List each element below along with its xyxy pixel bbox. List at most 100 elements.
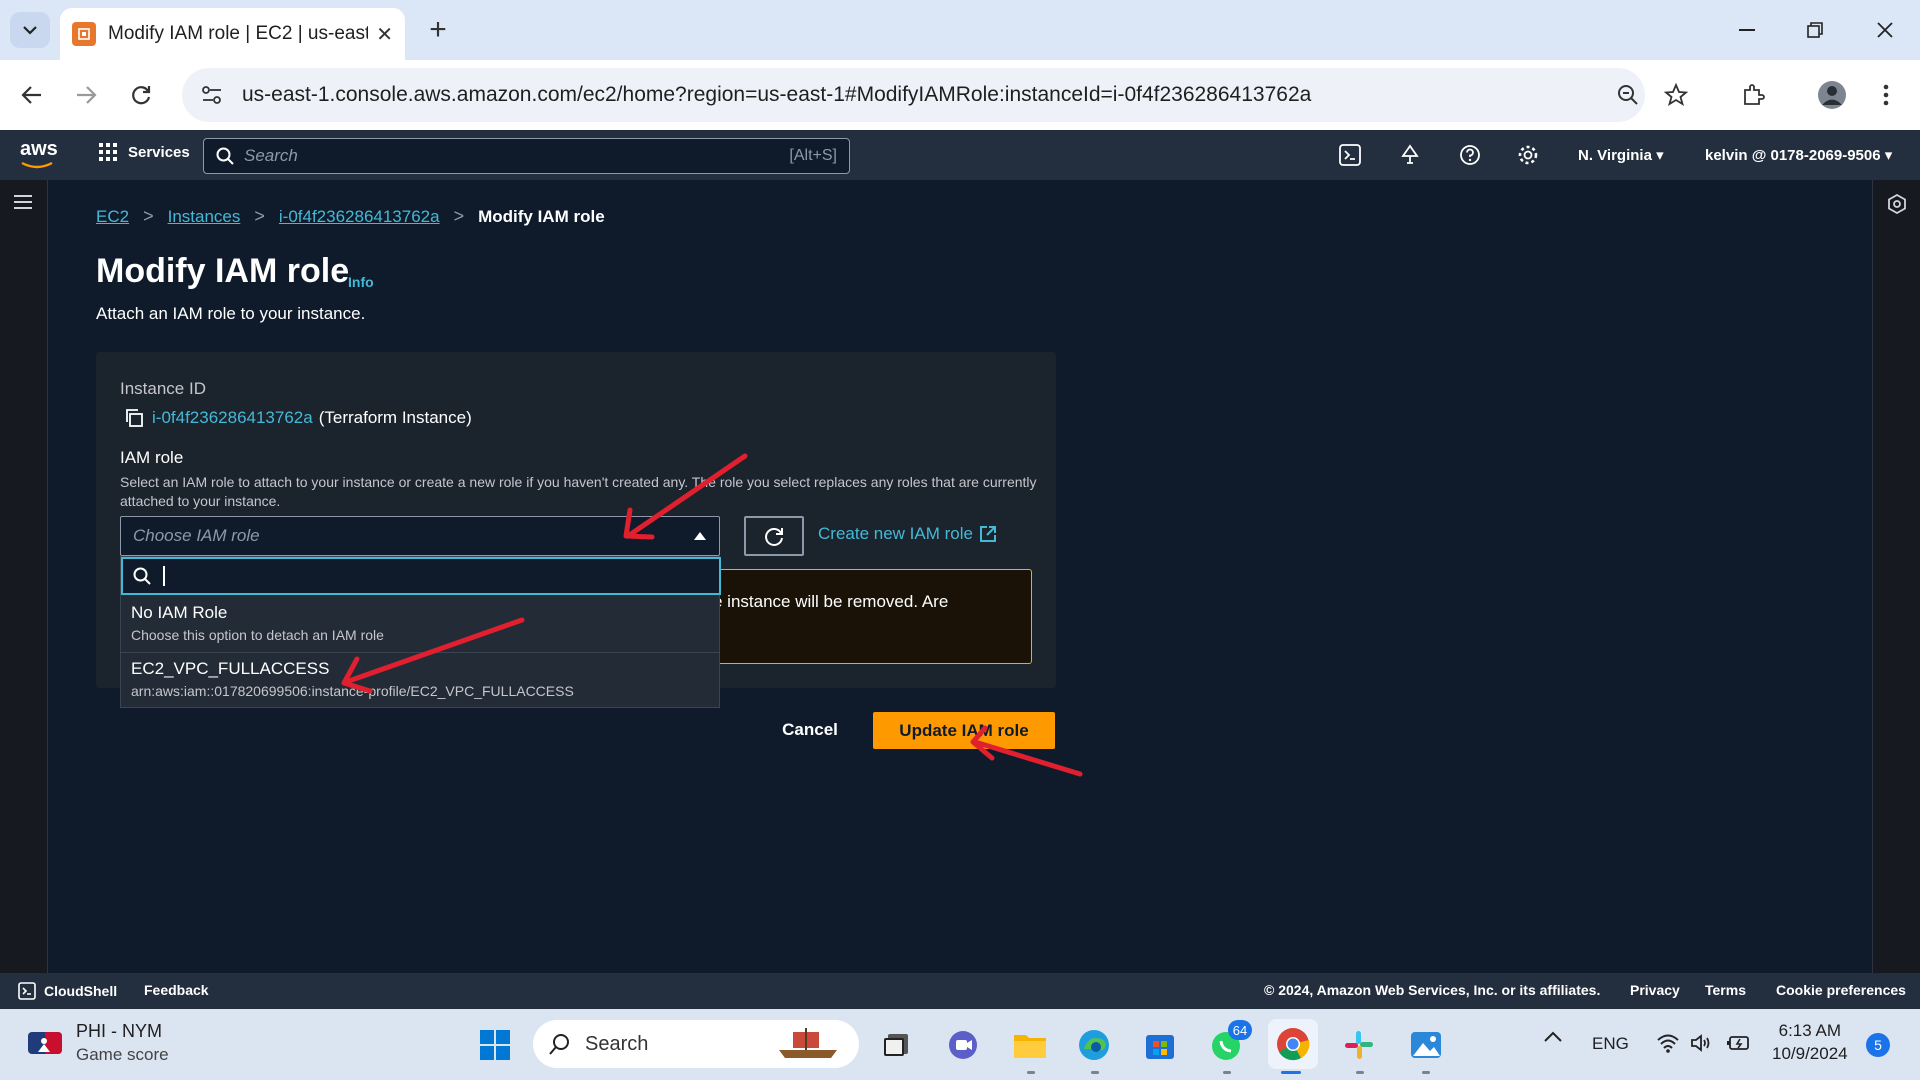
settings-gear-icon[interactable] <box>1516 143 1540 167</box>
notifications-bell-icon[interactable] <box>1398 143 1422 167</box>
iam-role-dropdown: No IAM Role Choose this option to detach… <box>120 556 721 709</box>
tools-rail <box>1872 180 1920 973</box>
breadcrumb-separator: > <box>254 206 265 226</box>
photos-app-icon[interactable] <box>1407 1026 1445 1064</box>
iam-role-description: Select an IAM role to attach to your ins… <box>120 474 1037 509</box>
search-icon <box>549 1034 569 1055</box>
aws-smile-icon <box>21 161 53 169</box>
breadcrumb-instance-id[interactable]: i-0f4f236286413762a <box>279 207 440 227</box>
bookmark-button[interactable] <box>1658 77 1694 113</box>
task-view-icon[interactable] <box>877 1026 915 1064</box>
zoom-button[interactable] <box>1610 77 1646 113</box>
tab-search-button[interactable] <box>10 12 50 48</box>
cloudshell-button[interactable]: CloudShell <box>18 982 117 1000</box>
breadcrumb-instances[interactable]: Instances <box>168 207 241 227</box>
weather-widget[interactable]: PHI - NYM Game score <box>28 1021 169 1065</box>
chevron-down-icon <box>23 26 37 35</box>
refresh-roles-button[interactable] <box>744 516 804 556</box>
browser-menu-button[interactable] <box>1868 77 1904 113</box>
dropdown-filter-input[interactable] <box>121 557 721 595</box>
volume-icon[interactable] <box>1690 1033 1714 1053</box>
create-iam-role-link[interactable]: Create new IAM role <box>818 524 997 544</box>
browser-toolbar: us-east-1.console.aws.amazon.com/ec2/hom… <box>0 60 1920 130</box>
help-icon[interactable] <box>1458 143 1482 167</box>
battery-icon[interactable] <box>1726 1033 1752 1053</box>
cookie-preferences-link[interactable]: Cookie preferences <box>1776 982 1906 998</box>
update-iam-role-button[interactable]: Update IAM role <box>873 712 1055 749</box>
running-indicator <box>1356 1071 1364 1074</box>
widget-subtitle: Game score <box>76 1045 169 1064</box>
page-description: Attach an IAM role to your instance. <box>96 304 366 323</box>
viking-ship-icon <box>779 1028 837 1058</box>
puzzle-icon <box>1744 84 1765 105</box>
edge-browser-icon[interactable] <box>1075 1026 1113 1064</box>
taskbar-search-label: Search <box>585 1032 649 1055</box>
notification-badge[interactable]: 5 <box>1866 1033 1890 1057</box>
profile-avatar[interactable] <box>1814 77 1850 113</box>
instance-id-link[interactable]: i-0f4f236286413762a <box>152 408 313 428</box>
select-placeholder: Choose IAM role <box>133 526 260 545</box>
cloudshell-label: CloudShell <box>44 983 118 999</box>
site-info-icon[interactable] <box>198 81 226 109</box>
file-explorer-icon[interactable] <box>1011 1026 1049 1064</box>
dropdown-option-no-iam-role[interactable]: No IAM Role Choose this option to detach… <box>121 597 719 653</box>
minimize-icon[interactable] <box>1722 10 1772 50</box>
system-clock[interactable]: 6:13 AM 10/9/2024 <box>1772 1019 1848 1065</box>
forward-button[interactable] <box>68 77 104 113</box>
clock-time: 6:13 AM <box>1778 1021 1841 1040</box>
input-language-indicator[interactable]: ENG <box>1592 1034 1629 1054</box>
cancel-button[interactable]: Cancel <box>770 712 850 748</box>
services-label: Services <box>128 143 190 161</box>
dropdown-option-ec2-vpc-fullaccess[interactable]: EC2_VPC_FULLACCESS arn:aws:iam::01782069… <box>121 653 719 709</box>
microsoft-store-icon[interactable] <box>1141 1026 1179 1064</box>
address-bar[interactable]: us-east-1.console.aws.amazon.com/ec2/hom… <box>182 68 1645 122</box>
mlb-logo-icon <box>28 1032 62 1054</box>
window-close-icon[interactable] <box>1860 10 1910 50</box>
windows-taskbar: PHI - NYM Game score Search 64 ENG 6:13 … <box>0 1009 1920 1080</box>
active-indicator <box>1281 1071 1301 1074</box>
services-menu-button[interactable]: Services <box>98 142 190 162</box>
aws-search-input[interactable]: Search [Alt+S] <box>203 138 850 174</box>
taskbar-search[interactable]: Search <box>533 1020 859 1068</box>
cloudshell-nav-icon[interactable] <box>1338 143 1362 167</box>
privacy-link[interactable]: Privacy <box>1630 982 1680 998</box>
zoom-icon <box>1618 85 1638 105</box>
slack-icon[interactable] <box>1340 1026 1378 1064</box>
refresh-icon <box>765 528 783 546</box>
arrow-right-icon <box>77 86 97 104</box>
back-button[interactable] <box>14 77 50 113</box>
copyright-text: © 2024, Amazon Web Services, Inc. or its… <box>1264 982 1601 998</box>
region-selector[interactable]: N. Virginia ▾ <box>1578 146 1664 164</box>
feedback-link[interactable]: Feedback <box>144 982 209 998</box>
copy-icon[interactable] <box>124 408 144 428</box>
info-link[interactable]: Info <box>348 274 374 290</box>
wifi-icon[interactable] <box>1656 1033 1680 1053</box>
aws-footer: CloudShell Feedback © 2024, Amazon Web S… <box>0 973 1920 1009</box>
external-link-icon <box>979 526 996 542</box>
terms-link[interactable]: Terms <box>1705 982 1746 998</box>
search-icon <box>133 567 151 585</box>
hamburger-menu-icon[interactable] <box>13 194 33 210</box>
star-icon <box>1664 83 1688 106</box>
tab-close-icon[interactable]: ✕ <box>376 22 393 47</box>
whatsapp-badge: 64 <box>1228 1020 1252 1040</box>
tools-panel-icon[interactable] <box>1887 194 1907 214</box>
reload-button[interactable] <box>123 77 159 113</box>
restore-icon[interactable] <box>1790 10 1840 50</box>
chrome-browser-icon[interactable] <box>1268 1019 1318 1069</box>
breadcrumb-ec2[interactable]: EC2 <box>96 207 129 227</box>
breadcrumb-separator: > <box>453 206 465 226</box>
search-shortcut: [Alt+S] <box>789 147 837 164</box>
aws-logo[interactable]: aws <box>20 138 58 169</box>
show-hidden-icons-chevron-icon[interactable] <box>1543 1031 1563 1043</box>
browser-tab-active[interactable]: Modify IAM role | EC2 | us-east-1 ✕ <box>60 8 405 60</box>
new-tab-button[interactable]: + <box>420 12 456 48</box>
teams-meet-icon[interactable] <box>944 1026 982 1064</box>
windows-start-icon[interactable] <box>476 1026 514 1064</box>
search-icon <box>216 147 234 165</box>
account-menu[interactable]: kelvin @ 0178-2069-9506 ▾ <box>1705 146 1892 164</box>
iam-role-select[interactable]: Choose IAM role <box>120 516 720 556</box>
whatsapp-icon[interactable]: 64 <box>1208 1020 1252 1064</box>
browser-tab-strip: Modify IAM role | EC2 | us-east-1 ✕ + <box>0 0 1920 60</box>
extensions-button[interactable] <box>1735 77 1771 113</box>
